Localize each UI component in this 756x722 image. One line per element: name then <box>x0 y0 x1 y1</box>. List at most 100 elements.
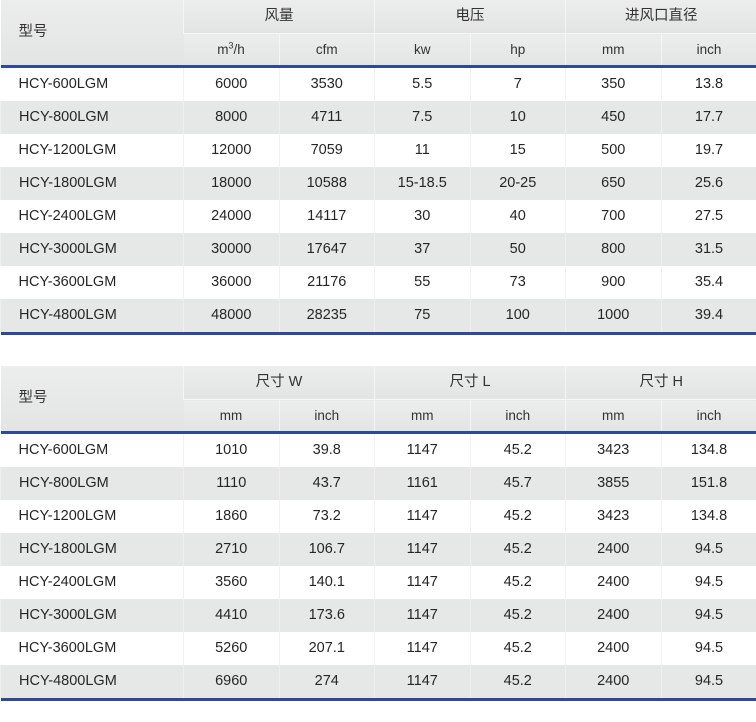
table1-group-inlet-diameter: 进风口直径 <box>565 0 756 34</box>
cell-value: 134.8 <box>660 434 756 467</box>
cell-value: 1147 <box>374 665 470 698</box>
cell-model: HCY-4800LGM <box>0 665 184 698</box>
table-row: HCY-1800LGM 2710 106.7 1147 45.2 2400 94.5 <box>0 533 756 566</box>
table-row: HCY-1200LGM 1860 73.2 1147 45.2 3423 134.8 <box>0 500 756 533</box>
cell-value: 4711 <box>278 101 375 134</box>
cell-value: 207.1 <box>278 632 375 665</box>
cell-value: 94.5 <box>660 533 756 566</box>
cell-value: 274 <box>278 665 375 698</box>
table2-unit-h-mm: mm <box>565 399 661 431</box>
cell-value: 6960 <box>183 665 279 698</box>
cell-value: 500 <box>565 134 661 167</box>
table1-model-header: 型号 <box>0 0 184 65</box>
cell-value: 350 <box>565 68 661 101</box>
table1-unit-cfm: cfm <box>278 33 375 65</box>
table-row: HCY-3000LGM 30000 17647 37 50 800 31.5 <box>0 233 756 266</box>
table-row: HCY-800LGM 8000 4711 7.5 10 450 17.7 <box>0 101 756 134</box>
table-row: HCY-600LGM 1010 39.8 1147 45.2 3423 134.8 <box>0 434 756 467</box>
cell-value: 45.2 <box>469 632 566 665</box>
table-row: HCY-1800LGM 18000 10588 15-18.5 20-25 650 25.6 <box>0 167 756 200</box>
cell-value: 1000 <box>565 299 661 332</box>
table2-footer <box>0 698 756 701</box>
cell-value: 48000 <box>183 299 279 332</box>
table1-group-airflow: 风量 <box>183 0 375 34</box>
table1-group-header-row: 型号 风量 电压 进风口直径 <box>0 0 756 65</box>
cell-value: 36000 <box>183 266 279 299</box>
airflow-voltage-inlet-table: 型号 风量 电压 进风口直径 m3/h cfm kw hp mm inch HC… <box>0 0 756 335</box>
cell-value: 2400 <box>565 665 661 698</box>
table-row: HCY-3000LGM 4410 173.6 1147 45.2 2400 94.5 <box>0 599 756 632</box>
cell-value: 1147 <box>374 434 470 467</box>
cell-value: 2400 <box>565 599 661 632</box>
cell-value: 25.6 <box>660 167 756 200</box>
cell-model: HCY-2400LGM <box>0 566 184 599</box>
table2-group-length: 尺寸 L <box>374 366 566 400</box>
table2-body: HCY-600LGM 1010 39.8 1147 45.2 3423 134.8 HCY-8… <box>0 434 756 698</box>
cell-value: 900 <box>565 266 661 299</box>
cell-model: HCY-3000LGM <box>0 233 184 266</box>
table1-header: 型号 风量 电压 进风口直径 m3/h cfm kw hp mm inch <box>0 0 756 68</box>
table-row: HCY-2400LGM 3560 140.1 1147 45.2 2400 94.5 <box>0 566 756 599</box>
cell-value: 27.5 <box>660 200 756 233</box>
cell-value: 15 <box>469 134 566 167</box>
cell-value: 151.8 <box>660 467 756 500</box>
cell-value: 24000 <box>183 200 279 233</box>
cell-value: 1147 <box>374 632 470 665</box>
cell-value: 7 <box>469 68 566 101</box>
cell-model: HCY-3600LGM <box>0 632 184 665</box>
table1-group-voltage: 电压 <box>374 0 566 34</box>
table-row: HCY-800LGM 1110 43.7 1161 45.7 3855 151.8 <box>0 467 756 500</box>
cell-value: 19.7 <box>660 134 756 167</box>
cell-model: HCY-2400LGM <box>0 200 184 233</box>
cell-value: 35.4 <box>660 266 756 299</box>
cell-value: 140.1 <box>278 566 375 599</box>
table2-group-header-row: 型号 尺寸 W 尺寸 L 尺寸 H <box>0 366 756 431</box>
table2-header: 型号 尺寸 W 尺寸 L 尺寸 H mm inch mm inch mm inc… <box>0 366 756 434</box>
cell-value: 45.7 <box>469 467 566 500</box>
cell-model: HCY-1200LGM <box>0 134 184 167</box>
table-row: HCY-3600LGM 36000 21176 55 73 900 35.4 <box>0 266 756 299</box>
cell-model: HCY-3000LGM <box>0 599 184 632</box>
table-row: HCY-1200LGM 12000 7059 11 15 500 19.7 <box>0 134 756 167</box>
cell-model: HCY-4800LGM <box>0 299 184 332</box>
cell-value: 1147 <box>374 533 470 566</box>
cell-value: 50 <box>469 233 566 266</box>
cell-model: HCY-1200LGM <box>0 500 184 533</box>
table-row: HCY-4800LGM 6960 274 1147 45.2 2400 94.5 <box>0 665 756 698</box>
cell-value: 45.2 <box>469 434 566 467</box>
table2-model-header: 型号 <box>0 366 184 431</box>
table1-unit-kw: kw <box>374 33 470 65</box>
cell-value: 20-25 <box>469 167 566 200</box>
cell-value: 73.2 <box>278 500 375 533</box>
cell-value: 1161 <box>374 467 470 500</box>
table1-unit-hp: hp <box>469 33 566 65</box>
cell-value: 13.8 <box>660 68 756 101</box>
cell-value: 17647 <box>278 233 375 266</box>
cell-value: 55 <box>374 266 470 299</box>
cell-value: 11 <box>374 134 470 167</box>
table2-unit-w-mm: mm <box>183 399 279 431</box>
dimensions-table: 型号 尺寸 W 尺寸 L 尺寸 H mm inch mm inch mm inc… <box>0 366 756 701</box>
table-row: HCY-4800LGM 48000 28235 75 100 1000 39.4 <box>0 299 756 332</box>
cell-value: 2400 <box>565 566 661 599</box>
cell-model: HCY-3600LGM <box>0 266 184 299</box>
cell-value: 7.5 <box>374 101 470 134</box>
cell-value: 12000 <box>183 134 279 167</box>
cell-model: HCY-600LGM <box>0 434 184 467</box>
cell-value: 45.2 <box>469 533 566 566</box>
cell-value: 17.7 <box>660 101 756 134</box>
cell-model: HCY-600LGM <box>0 68 184 101</box>
cell-value: 1147 <box>374 500 470 533</box>
table1-unit-inch: inch <box>660 33 756 65</box>
cell-value: 39.4 <box>660 299 756 332</box>
cell-value: 5.5 <box>374 68 470 101</box>
table2-group-height: 尺寸 H <box>565 366 756 400</box>
cell-value: 14117 <box>278 200 375 233</box>
table2-unit-l-mm: mm <box>374 399 470 431</box>
cell-value: 2710 <box>183 533 279 566</box>
cell-value: 18000 <box>183 167 279 200</box>
cell-value: 5260 <box>183 632 279 665</box>
table1-body: HCY-600LGM 6000 3530 5.5 7 350 13.8 HCY-800LGM 8… <box>0 68 756 332</box>
cell-value: 31.5 <box>660 233 756 266</box>
cell-value: 106.7 <box>278 533 375 566</box>
